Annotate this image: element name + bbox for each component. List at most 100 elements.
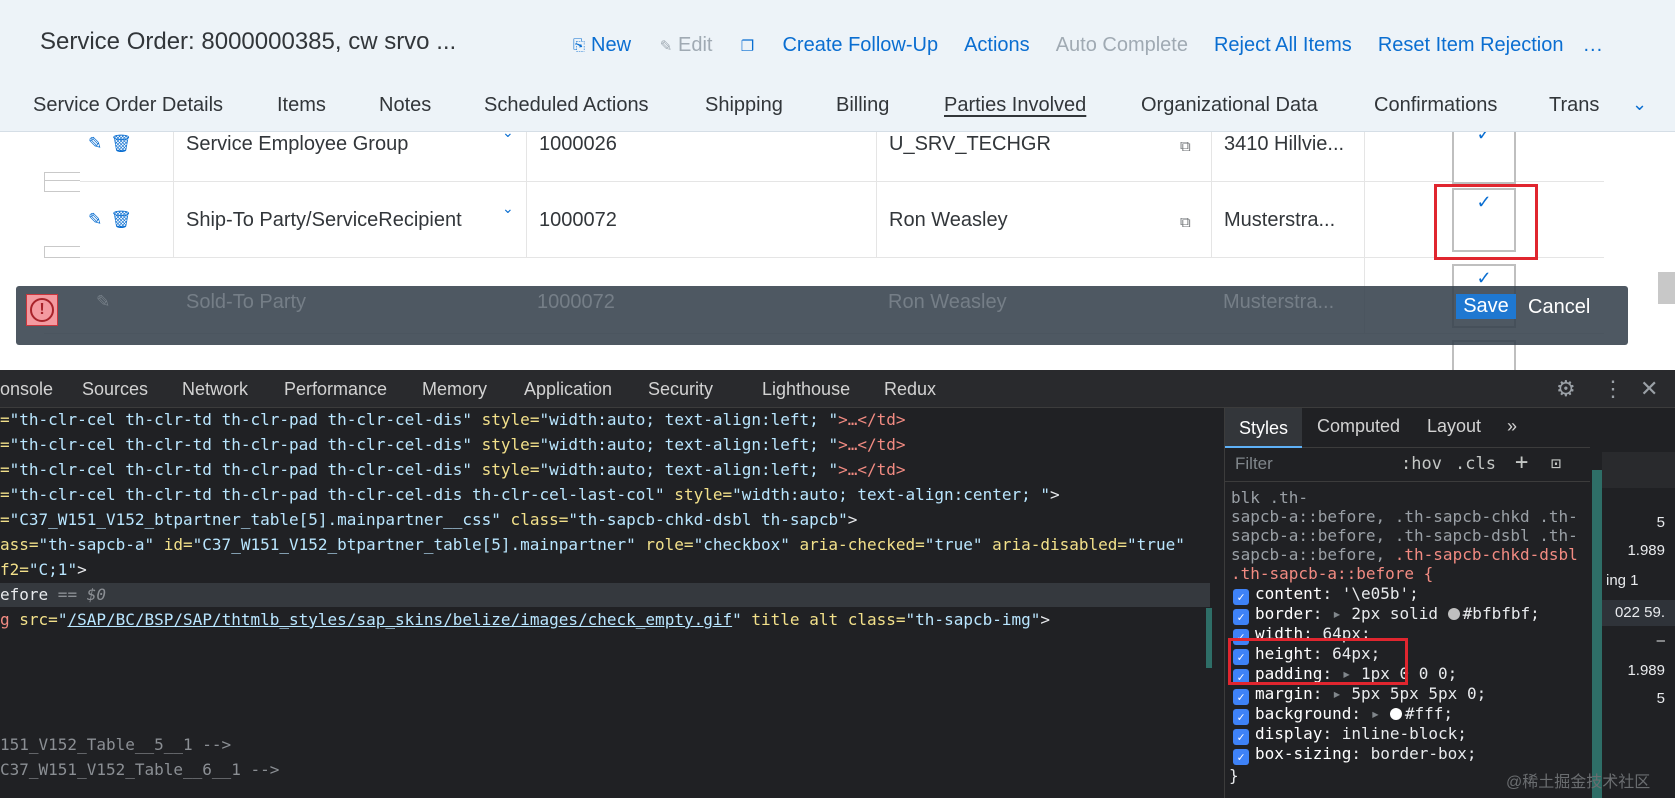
styles-vertical-scrollbar[interactable] xyxy=(1592,470,1602,798)
sidebar-toggle-icon[interactable]: ⊡ xyxy=(1551,454,1561,474)
tab-service-order-details[interactable]: Service Order Details xyxy=(33,94,223,117)
new-button[interactable]: ⎘ New xyxy=(570,34,631,57)
error-message-button[interactable]: ! xyxy=(26,294,58,326)
auto-complete-button[interactable]: Auto Complete xyxy=(1056,34,1188,57)
value-help-icon[interactable]: ⧉ xyxy=(1180,138,1191,155)
tab-styles[interactable]: Styles xyxy=(1225,408,1303,448)
image-src-link[interactable]: /SAP/BC/BSP/SAP/thtmlb_styles/sap_skins/… xyxy=(67,610,732,629)
computed-value: 5 xyxy=(1656,690,1665,707)
new-document-icon: ⎘ xyxy=(572,37,585,54)
computed-value: 1.989 xyxy=(1627,542,1665,559)
tab-shipping[interactable]: Shipping xyxy=(705,94,783,117)
expand-triangle-icon: ▸ xyxy=(1332,684,1342,703)
tab-network[interactable]: Network xyxy=(182,379,248,400)
tab-scheduled-actions[interactable]: Scheduled Actions xyxy=(484,94,649,117)
tab-memory[interactable]: Memory xyxy=(422,379,487,400)
tab-computed[interactable]: Computed xyxy=(1317,416,1400,437)
chevron-down-icon[interactable]: ⌄ xyxy=(502,200,514,217)
copy-button[interactable]: ❐ xyxy=(738,37,756,55)
checkbox-icon[interactable]: ✓ xyxy=(1233,749,1249,765)
partner-function-cell[interactable]: Ship-To Party/ServiceRecipient xyxy=(173,182,527,258)
chevron-down-icon[interactable]: ⌄ xyxy=(502,132,514,141)
filter-input[interactable]: Filter xyxy=(1235,454,1273,474)
main-partner-checkbox[interactable]: ✓ xyxy=(1452,132,1516,184)
save-button[interactable]: Save xyxy=(1456,294,1516,319)
checkbox-icon[interactable]: ✓ xyxy=(1233,609,1249,625)
code-comment[interactable]: 151_V152_Table__5__1 --> xyxy=(0,733,231,757)
new-rule-button[interactable]: + xyxy=(1515,450,1528,475)
reset-item-rejection-button[interactable]: Reset Item Rejection xyxy=(1378,34,1564,57)
tab-confirmations[interactable]: Confirmations xyxy=(1374,94,1497,117)
partner-function-cell[interactable]: Service Employee Group xyxy=(173,132,527,182)
code-comment[interactable]: C37_W151_V152_Table__6__1 --> xyxy=(0,758,279,782)
page-scrollbar-thumb[interactable] xyxy=(1658,272,1675,304)
partner-id-cell[interactable]: 1000072 xyxy=(526,182,880,258)
edit-button[interactable]: ✎ Edit xyxy=(657,34,713,57)
declaration-border[interactable]: ✓ border: ▸ 2px solid #bfbfbf; xyxy=(1233,604,1540,625)
hover-state-toggle[interactable]: :hov xyxy=(1401,454,1442,474)
declaration-display[interactable]: ✓ display: inline-block; xyxy=(1233,724,1467,745)
edit-icon[interactable]: ✎ xyxy=(88,210,102,230)
declaration-background[interactable]: ✓ background: ▸ #fff; xyxy=(1233,704,1453,725)
tab-application[interactable]: Application xyxy=(524,379,612,400)
declaration-margin[interactable]: ✓ margin: ▸ 5px 5px 5px 0; xyxy=(1233,684,1486,705)
delete-icon[interactable]: 🗑 xyxy=(110,210,132,230)
kebab-menu-icon[interactable]: ⋮ xyxy=(1602,376,1624,402)
tab-organizational-data[interactable]: Organizational Data xyxy=(1141,94,1318,117)
more-tabs-icon[interactable]: » xyxy=(1507,416,1517,437)
edit-icon[interactable]: ✎ xyxy=(88,134,102,154)
ghost-partner-id: 1000072 xyxy=(537,291,615,313)
code-line[interactable]: f2="C;1"> xyxy=(0,558,87,582)
code-line[interactable]: g src="/SAP/BC/BSP/SAP/thtmlb_styles/sap… xyxy=(0,608,1050,632)
gear-icon[interactable]: ⚙ xyxy=(1556,376,1576,402)
overflow-menu-button[interactable]: ... xyxy=(1583,34,1603,57)
cancel-button[interactable]: Cancel xyxy=(1528,296,1590,319)
delete-icon[interactable]: 🗑 xyxy=(110,134,132,154)
tab-notes[interactable]: Notes xyxy=(379,94,431,117)
chevron-down-icon[interactable]: ⌄ xyxy=(1632,94,1647,115)
partner-name-cell: Ron Weasley xyxy=(876,182,1211,258)
table-row: ✎ 🗑 Service Employee Group ⌄ 1000026 U_S… xyxy=(44,132,1604,184)
code-line[interactable]: ass="th-sapcb-a" id="C37_W151_V152_btpar… xyxy=(0,533,1185,557)
tab-performance[interactable]: Performance xyxy=(284,379,387,400)
tab-security[interactable]: Security xyxy=(648,379,713,400)
declaration-content[interactable]: ✓ content: '\e05b'; xyxy=(1233,584,1419,605)
checkbox-icon[interactable]: ✓ xyxy=(1233,709,1249,725)
tab-console[interactable]: onsole xyxy=(0,379,53,400)
tab-transactions[interactable]: Trans xyxy=(1549,94,1615,117)
devtools-tabs: onsole Sources Network Performance Memor… xyxy=(0,370,1675,408)
value-help-icon[interactable]: ⧉ xyxy=(1180,214,1191,231)
checkbox-icon[interactable]: ✓ xyxy=(1233,589,1249,605)
tab-items[interactable]: Items xyxy=(277,94,326,117)
class-toggle[interactable]: .cls xyxy=(1455,454,1496,474)
reject-all-items-button[interactable]: Reject All Items xyxy=(1214,34,1352,57)
color-swatch[interactable] xyxy=(1389,708,1402,720)
tab-sources[interactable]: Sources xyxy=(82,379,148,400)
elements-vertical-scrollbar[interactable] xyxy=(1206,608,1212,668)
tab-billing[interactable]: Billing xyxy=(836,94,889,117)
partner-id-cell[interactable]: 1000026 xyxy=(526,132,880,182)
code-line[interactable]: ="th-clr-cel th-clr-td th-clr-pad th-clr… xyxy=(0,433,906,457)
tab-parties-involved[interactable]: Parties Involved xyxy=(944,94,1086,117)
checkbox-icon[interactable]: ✓ xyxy=(1233,729,1249,745)
rule-selector-main: .th-sapcb-a::before { xyxy=(1231,564,1434,583)
tab-redux[interactable]: Redux xyxy=(884,379,936,400)
tab-lighthouse[interactable]: Lighthouse xyxy=(762,379,850,400)
tab-layout[interactable]: Layout xyxy=(1427,416,1481,437)
close-icon[interactable]: ✕ xyxy=(1640,376,1658,402)
actions-button[interactable]: Actions xyxy=(964,34,1030,57)
code-line[interactable]: ="C37_W151_V152_btpartner_table[5].mainp… xyxy=(0,508,857,532)
selected-node-line[interactable]: efore == $0 xyxy=(0,583,1210,607)
color-swatch[interactable] xyxy=(1447,608,1460,620)
styles-subtabs: Styles Computed Layout » xyxy=(1225,408,1590,448)
address: 3410 Hillvie... xyxy=(1224,132,1345,155)
row-stub xyxy=(44,246,80,258)
code-line[interactable]: ="th-clr-cel th-clr-td th-clr-pad th-clr… xyxy=(0,408,906,432)
create-follow-up-button[interactable]: Create Follow-Up xyxy=(782,34,938,57)
code-line[interactable]: ="th-clr-cel th-clr-td th-clr-pad th-clr… xyxy=(0,458,906,482)
checkbox-icon[interactable]: ✓ xyxy=(1233,689,1249,705)
code-line[interactable]: ="th-clr-cel th-clr-td th-clr-pad th-clr… xyxy=(0,483,1060,507)
expand-triangle-icon: ▸ xyxy=(1332,604,1342,623)
ghost-partner-name: Ron Weasley xyxy=(888,291,1007,313)
declaration-box-sizing[interactable]: ✓ box-sizing: border-box; xyxy=(1233,744,1477,765)
